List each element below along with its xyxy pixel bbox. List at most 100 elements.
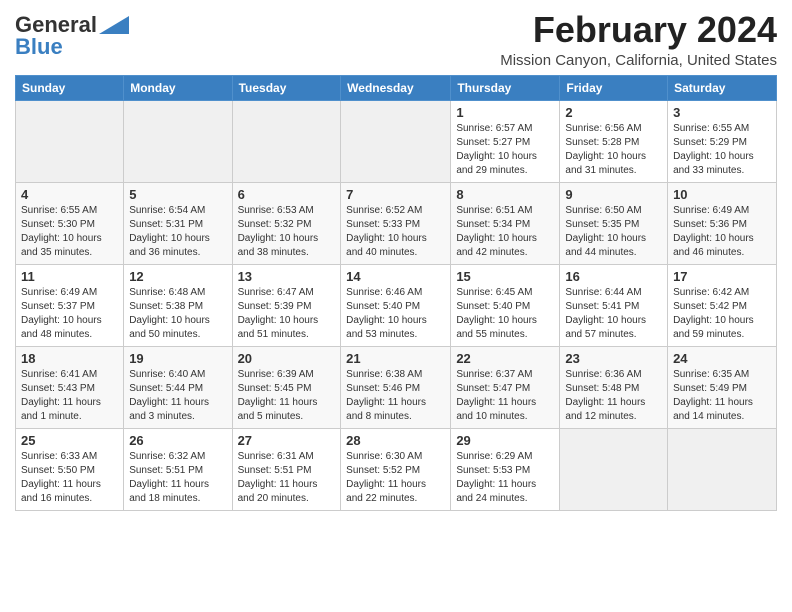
- cell-info-text: Sunrise: 6:35 AM Sunset: 5:49 PM Dayligh…: [673, 368, 771, 424]
- cell-info-text: Sunrise: 6:47 AM Sunset: 5:39 PM Dayligh…: [238, 286, 336, 342]
- week-row-5: 25 Sunrise: 6:33 AM Sunset: 5:50 PM Dayli…: [16, 428, 777, 510]
- calendar-cell: 4 Sunrise: 6:55 AM Sunset: 5:30 PM Daylig…: [16, 182, 124, 264]
- cell-date-number: 29: [456, 433, 554, 448]
- calendar-cell: 11Sunrise: 6:49 AM Sunset: 5:37 PM Dayli…: [16, 264, 124, 346]
- day-header-friday: Friday: [560, 75, 668, 100]
- cell-date-number: 23: [565, 351, 662, 366]
- cell-date-number: 26: [129, 433, 226, 448]
- calendar-cell: 22 Sunrise: 6:37 AM Sunset: 5:47 PM Dayli…: [451, 346, 560, 428]
- header: General Blue February 2024 Mission Canyo…: [15, 10, 777, 69]
- cell-info-text: Sunrise: 6:54 AM Sunset: 5:31 PM Dayligh…: [129, 204, 226, 260]
- calendar-cell: 15 Sunrise: 6:45 AM Sunset: 5:40 PM Dayli…: [451, 264, 560, 346]
- cell-info-text: Sunrise: 6:42 AM Sunset: 5:42 PM Dayligh…: [673, 286, 771, 342]
- cell-info-text: Sunrise: 6:41 AM Sunset: 5:43 PM Dayligh…: [21, 368, 118, 424]
- cell-info-text: Sunrise: 6:36 AM Sunset: 5:48 PM Dayligh…: [565, 368, 662, 424]
- calendar-cell: 26 Sunrise: 6:32 AM Sunset: 5:51 PM Dayli…: [124, 428, 232, 510]
- calendar-cell: 18 Sunrise: 6:41 AM Sunset: 5:43 PM Dayli…: [16, 346, 124, 428]
- day-header-sunday: Sunday: [16, 75, 124, 100]
- calendar-cell: 1 Sunrise: 6:57 AM Sunset: 5:27 PM Daylig…: [451, 100, 560, 182]
- calendar-cell: 20 Sunrise: 6:39 AM Sunset: 5:45 PM Dayli…: [232, 346, 341, 428]
- cell-date-number: 5: [129, 187, 226, 202]
- cell-date-number: 17: [673, 269, 771, 284]
- calendar-header: SundayMondayTuesdayWednesdayThursdayFrid…: [16, 75, 777, 100]
- calendar-cell: 3 Sunrise: 6:55 AM Sunset: 5:29 PM Daylig…: [668, 100, 777, 182]
- cell-info-text: Sunrise: 6:51 AM Sunset: 5:34 PM Dayligh…: [456, 204, 554, 260]
- calendar-cell: [16, 100, 124, 182]
- cell-info-text: Sunrise: 6:55 AM Sunset: 5:29 PM Dayligh…: [673, 122, 771, 178]
- location: Mission Canyon, California, United State…: [500, 52, 777, 69]
- cell-info-text: Sunrise: 6:39 AM Sunset: 5:45 PM Dayligh…: [238, 368, 336, 424]
- cell-date-number: 12: [129, 269, 226, 284]
- cell-date-number: 6: [238, 187, 336, 202]
- calendar-cell: 9 Sunrise: 6:50 AM Sunset: 5:35 PM Daylig…: [560, 182, 668, 264]
- week-row-4: 18 Sunrise: 6:41 AM Sunset: 5:43 PM Dayli…: [16, 346, 777, 428]
- week-row-3: 11Sunrise: 6:49 AM Sunset: 5:37 PM Dayli…: [16, 264, 777, 346]
- cell-date-number: 13: [238, 269, 336, 284]
- cell-info-text: Sunrise: 6:56 AM Sunset: 5:28 PM Dayligh…: [565, 122, 662, 178]
- calendar-cell: 16Sunrise: 6:44 AM Sunset: 5:41 PM Dayli…: [560, 264, 668, 346]
- week-row-2: 4 Sunrise: 6:55 AM Sunset: 5:30 PM Daylig…: [16, 182, 777, 264]
- cell-info-text: Sunrise: 6:40 AM Sunset: 5:44 PM Dayligh…: [129, 368, 226, 424]
- cell-info-text: Sunrise: 6:37 AM Sunset: 5:47 PM Dayligh…: [456, 368, 554, 424]
- day-header-tuesday: Tuesday: [232, 75, 341, 100]
- calendar-cell: 13 Sunrise: 6:47 AM Sunset: 5:39 PM Dayli…: [232, 264, 341, 346]
- week-row-1: 1 Sunrise: 6:57 AM Sunset: 5:27 PM Daylig…: [16, 100, 777, 182]
- cell-info-text: Sunrise: 6:32 AM Sunset: 5:51 PM Dayligh…: [129, 450, 226, 506]
- calendar-table: SundayMondayTuesdayWednesdayThursdayFrid…: [15, 75, 777, 511]
- cell-date-number: 24: [673, 351, 771, 366]
- month-year: February 2024: [500, 10, 777, 50]
- day-header-thursday: Thursday: [451, 75, 560, 100]
- cell-date-number: 21: [346, 351, 445, 366]
- cell-info-text: Sunrise: 6:55 AM Sunset: 5:30 PM Dayligh…: [21, 204, 118, 260]
- day-header-monday: Monday: [124, 75, 232, 100]
- cell-date-number: 1: [456, 105, 554, 120]
- logo-general-text: General: [15, 14, 97, 36]
- cell-info-text: Sunrise: 6:45 AM Sunset: 5:40 PM Dayligh…: [456, 286, 554, 342]
- cell-date-number: 22: [456, 351, 554, 366]
- cell-info-text: Sunrise: 6:44 AM Sunset: 5:41 PM Dayligh…: [565, 286, 662, 342]
- calendar-cell: [232, 100, 341, 182]
- cell-date-number: 10: [673, 187, 771, 202]
- cell-info-text: Sunrise: 6:31 AM Sunset: 5:51 PM Dayligh…: [238, 450, 336, 506]
- calendar-cell: 12Sunrise: 6:48 AM Sunset: 5:38 PM Dayli…: [124, 264, 232, 346]
- cell-date-number: 27: [238, 433, 336, 448]
- cell-info-text: Sunrise: 6:46 AM Sunset: 5:40 PM Dayligh…: [346, 286, 445, 342]
- cell-date-number: 25: [21, 433, 118, 448]
- cell-date-number: 4: [21, 187, 118, 202]
- logo-blue-text: Blue: [15, 36, 63, 58]
- calendar-cell: 6Sunrise: 6:53 AM Sunset: 5:32 PM Daylig…: [232, 182, 341, 264]
- cell-info-text: Sunrise: 6:49 AM Sunset: 5:37 PM Dayligh…: [21, 286, 118, 342]
- cell-info-text: Sunrise: 6:50 AM Sunset: 5:35 PM Dayligh…: [565, 204, 662, 260]
- cell-info-text: Sunrise: 6:49 AM Sunset: 5:36 PM Dayligh…: [673, 204, 771, 260]
- calendar-cell: 24 Sunrise: 6:35 AM Sunset: 5:49 PM Dayli…: [668, 346, 777, 428]
- calendar-cell: 28Sunrise: 6:30 AM Sunset: 5:52 PM Dayli…: [341, 428, 451, 510]
- calendar-cell: [124, 100, 232, 182]
- calendar-cell: 29 Sunrise: 6:29 AM Sunset: 5:53 PM Dayli…: [451, 428, 560, 510]
- cell-info-text: Sunrise: 6:29 AM Sunset: 5:53 PM Dayligh…: [456, 450, 554, 506]
- calendar-cell: 14Sunrise: 6:46 AM Sunset: 5:40 PM Dayli…: [341, 264, 451, 346]
- cell-date-number: 15: [456, 269, 554, 284]
- calendar-cell: 7Sunrise: 6:52 AM Sunset: 5:33 PM Daylig…: [341, 182, 451, 264]
- logo-icon: [99, 16, 129, 34]
- day-header-wednesday: Wednesday: [341, 75, 451, 100]
- calendar-cell: 10 Sunrise: 6:49 AM Sunset: 5:36 PM Dayli…: [668, 182, 777, 264]
- cell-date-number: 20: [238, 351, 336, 366]
- cell-date-number: 2: [565, 105, 662, 120]
- cell-date-number: 18: [21, 351, 118, 366]
- cell-date-number: 3: [673, 105, 771, 120]
- calendar-cell: 21Sunrise: 6:38 AM Sunset: 5:46 PM Dayli…: [341, 346, 451, 428]
- title-block: February 2024 Mission Canyon, California…: [500, 10, 777, 69]
- cell-info-text: Sunrise: 6:57 AM Sunset: 5:27 PM Dayligh…: [456, 122, 554, 178]
- calendar-cell: [341, 100, 451, 182]
- calendar-cell: 23 Sunrise: 6:36 AM Sunset: 5:48 PM Dayli…: [560, 346, 668, 428]
- calendar-cell: [560, 428, 668, 510]
- calendar-cell: 17 Sunrise: 6:42 AM Sunset: 5:42 PM Dayli…: [668, 264, 777, 346]
- calendar-cell: 5 Sunrise: 6:54 AM Sunset: 5:31 PM Daylig…: [124, 182, 232, 264]
- cell-date-number: 9: [565, 187, 662, 202]
- cell-info-text: Sunrise: 6:30 AM Sunset: 5:52 PM Dayligh…: [346, 450, 445, 506]
- cell-info-text: Sunrise: 6:33 AM Sunset: 5:50 PM Dayligh…: [21, 450, 118, 506]
- cell-date-number: 8: [456, 187, 554, 202]
- calendar-cell: 2 Sunrise: 6:56 AM Sunset: 5:28 PM Daylig…: [560, 100, 668, 182]
- calendar-cell: 19Sunrise: 6:40 AM Sunset: 5:44 PM Dayli…: [124, 346, 232, 428]
- cell-info-text: Sunrise: 6:52 AM Sunset: 5:33 PM Dayligh…: [346, 204, 445, 260]
